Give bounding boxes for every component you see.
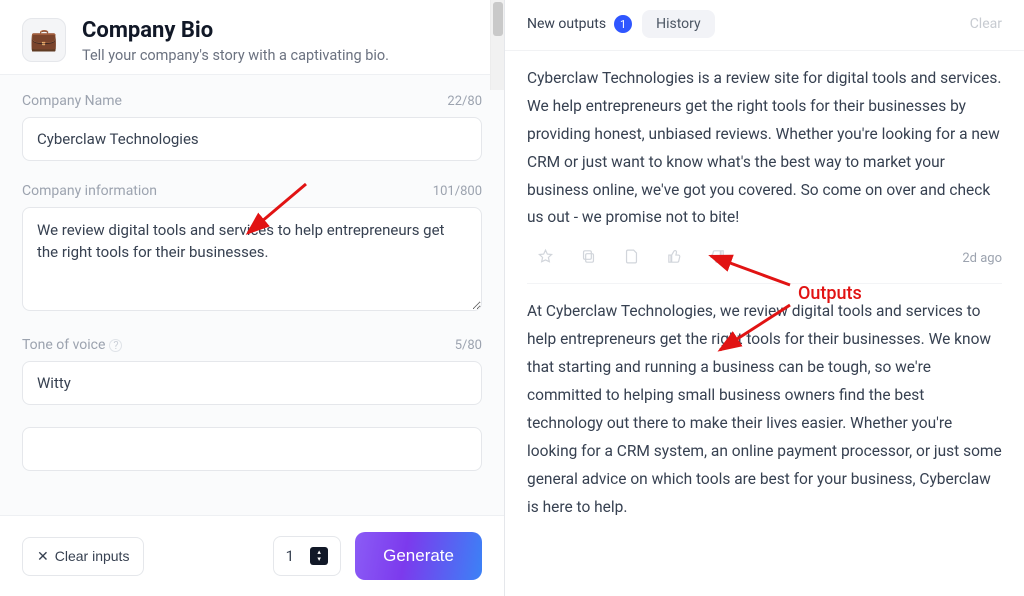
tool-header: 💼 Company Bio Tell your company's story … bbox=[0, 0, 504, 75]
generate-button[interactable]: Generate bbox=[355, 532, 482, 580]
document-icon[interactable] bbox=[623, 248, 640, 269]
clear-inputs-button[interactable]: ✕ Clear inputs bbox=[22, 537, 144, 576]
thumbs-up-icon[interactable] bbox=[666, 248, 683, 269]
output-timestamp: 2d ago bbox=[962, 251, 1002, 266]
briefcase-icon: 💼 bbox=[22, 18, 66, 62]
left-panel: ▴ 💼 Company Bio Tell your company's stor… bbox=[0, 0, 505, 596]
page-title: Company Bio bbox=[82, 18, 389, 44]
output-action-row: 2d ago bbox=[527, 240, 1002, 284]
quantity-value: 1 bbox=[286, 547, 294, 565]
clear-outputs-button[interactable]: Clear bbox=[970, 16, 1002, 32]
tone-field-group: Tone of voice? 5/80 bbox=[22, 337, 482, 405]
company-info-label: Company information bbox=[22, 183, 157, 199]
left-panel-scrollbar[interactable]: ▴ bbox=[490, 0, 504, 90]
tab-new-outputs[interactable]: New outputs 1 bbox=[527, 15, 632, 33]
page-subtitle: Tell your company's story with a captiva… bbox=[82, 47, 389, 64]
company-name-input[interactable] bbox=[22, 117, 482, 161]
stepper-icon[interactable] bbox=[310, 547, 328, 565]
company-info-field-group: Company information 101/800 bbox=[22, 183, 482, 315]
right-panel: New outputs 1 History Clear Cyberclaw Te… bbox=[505, 0, 1024, 596]
company-name-label: Company Name bbox=[22, 93, 122, 109]
output-text-1: Cyberclaw Technologies is a review site … bbox=[527, 65, 1002, 240]
tone-label: Tone of voice? bbox=[22, 337, 122, 353]
left-footer: ✕ Clear inputs 1 Generate bbox=[0, 515, 504, 596]
copy-icon[interactable] bbox=[580, 248, 597, 269]
annotation-label: Outputs bbox=[798, 283, 862, 304]
new-outputs-badge: 1 bbox=[614, 15, 632, 33]
outputs-header: New outputs 1 History Clear bbox=[505, 0, 1024, 51]
clear-inputs-label: Clear inputs bbox=[55, 548, 130, 564]
tab-history[interactable]: History bbox=[642, 10, 715, 38]
company-info-textarea[interactable] bbox=[22, 207, 482, 311]
collapsed-option-card[interactable] bbox=[22, 427, 482, 471]
output-text-2: At Cyberclaw Technologies, we review dig… bbox=[527, 298, 1002, 529]
thumbs-down-icon[interactable] bbox=[709, 248, 726, 269]
star-icon[interactable] bbox=[537, 248, 554, 269]
tone-input[interactable] bbox=[22, 361, 482, 405]
company-info-count: 101/800 bbox=[433, 184, 482, 199]
new-outputs-label: New outputs bbox=[527, 16, 606, 32]
quantity-stepper[interactable]: 1 bbox=[273, 536, 341, 576]
close-icon: ✕ bbox=[37, 548, 49, 565]
help-icon[interactable]: ? bbox=[109, 339, 122, 352]
company-name-count: 22/80 bbox=[447, 94, 482, 109]
company-name-field-group: Company Name 22/80 bbox=[22, 93, 482, 161]
tone-count: 5/80 bbox=[455, 338, 482, 353]
